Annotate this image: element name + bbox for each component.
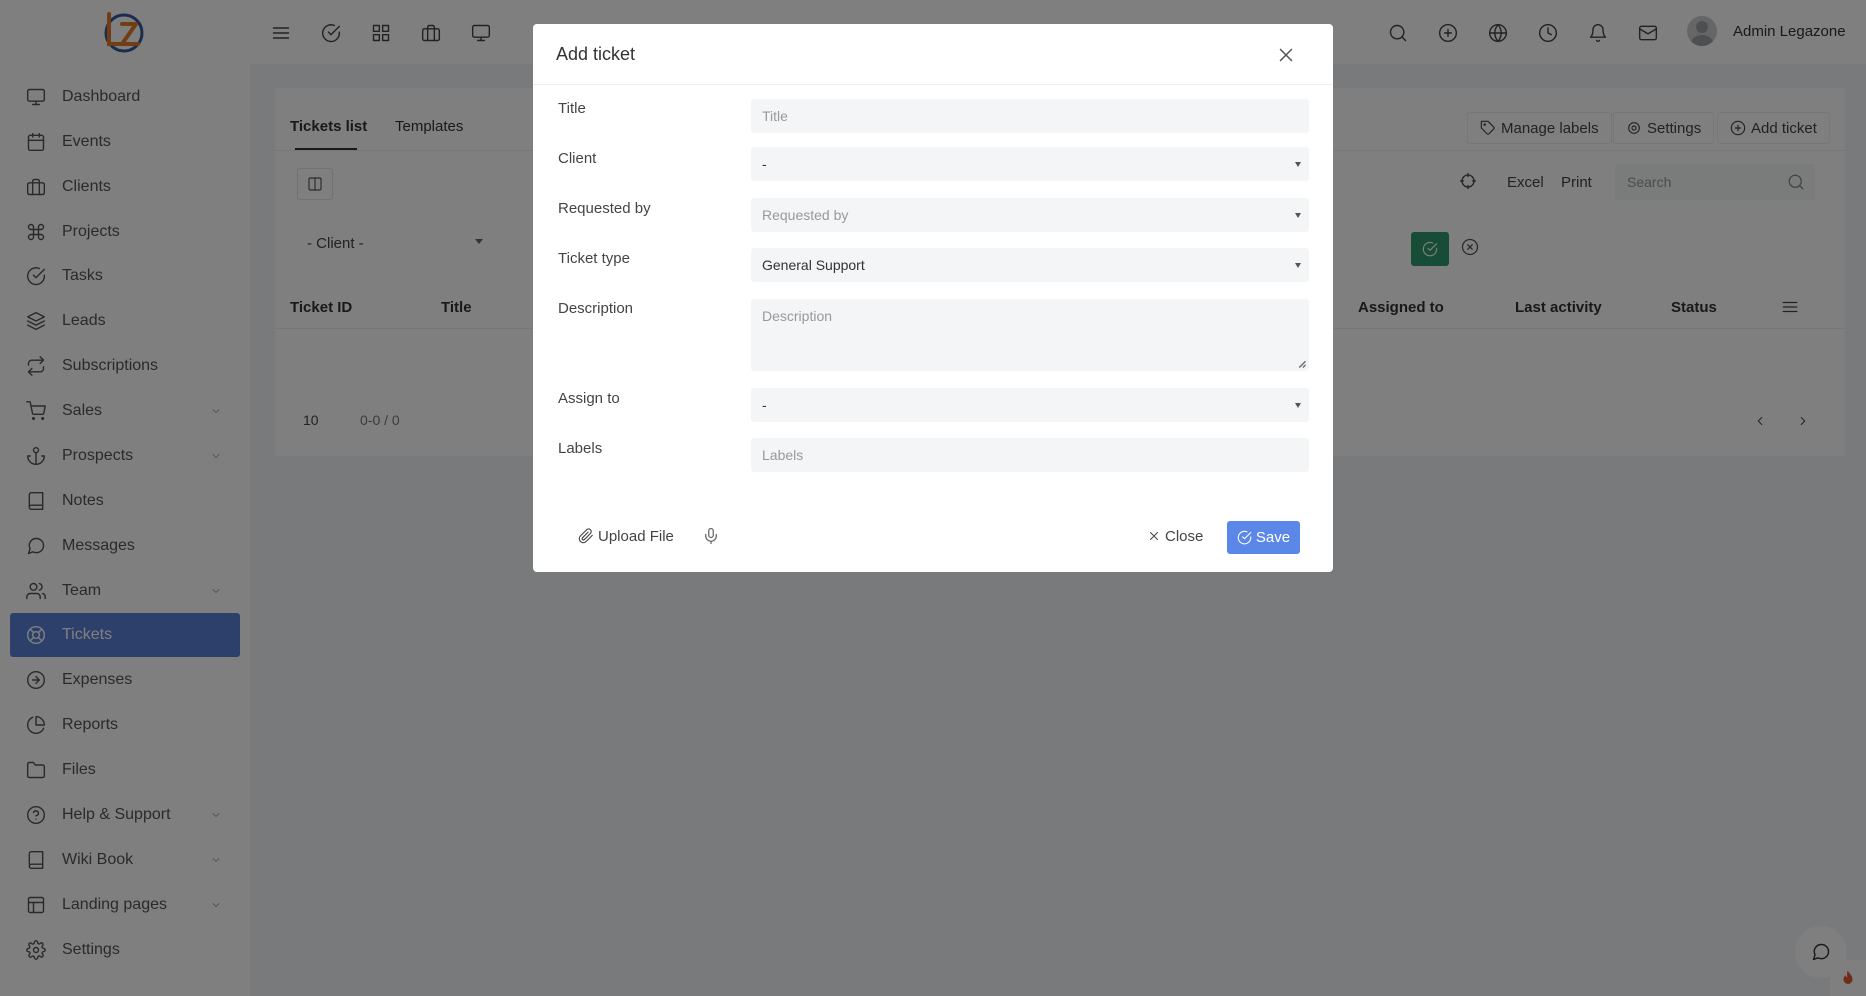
dropdown-arrow-icon <box>1295 162 1301 167</box>
close-button[interactable]: Close <box>1147 524 1203 548</box>
title-input[interactable]: Title <box>751 99 1309 133</box>
close-icon[interactable] <box>1275 44 1297 66</box>
save-button[interactable]: Save <box>1227 521 1300 554</box>
labels-label: Labels <box>558 440 603 457</box>
labels-placeholder: Labels <box>762 447 804 463</box>
divider <box>533 84 1333 85</box>
labels-input[interactable]: Labels <box>751 438 1309 472</box>
assign-to-select[interactable]: - <box>751 388 1309 422</box>
requested-by-select[interactable]: Requested by <box>751 198 1309 232</box>
description-textarea[interactable]: Description <box>751 299 1309 371</box>
add-ticket-modal: Add ticket Title Title Client - Requeste… <box>533 24 1333 572</box>
client-select[interactable]: - <box>751 147 1309 181</box>
microphone-icon[interactable] <box>702 527 720 545</box>
requested-by-label: Requested by <box>558 200 651 217</box>
client-label: Client <box>558 150 597 167</box>
ticket-type-value: General Support <box>762 257 865 273</box>
ticket-type-label: Ticket type <box>558 250 630 267</box>
close-icon <box>1150 532 1158 540</box>
resize-handle-icon[interactable] <box>1297 359 1306 368</box>
upload-file-label: Upload File <box>598 527 674 545</box>
modal-title: Add ticket <box>556 44 636 64</box>
dropdown-arrow-icon <box>1295 213 1301 218</box>
description-label: Description <box>558 300 634 317</box>
client-value: - <box>762 156 767 172</box>
title-label: Title <box>558 100 586 117</box>
title-placeholder: Title <box>762 108 788 124</box>
requested-by-placeholder: Requested by <box>762 207 849 223</box>
paperclip-icon <box>578 528 593 544</box>
dropdown-arrow-icon <box>1295 403 1301 408</box>
check-circle-icon <box>1237 530 1252 545</box>
ticket-type-select[interactable]: General Support <box>751 248 1309 282</box>
close-label: Close <box>1165 527 1204 545</box>
assign-to-label: Assign to <box>558 390 620 407</box>
save-label: Save <box>1255 529 1291 546</box>
dropdown-arrow-icon <box>1295 263 1301 268</box>
assign-to-value: - <box>762 397 767 413</box>
upload-file-button[interactable]: Upload File <box>578 524 674 548</box>
description-placeholder: Description <box>762 308 833 324</box>
